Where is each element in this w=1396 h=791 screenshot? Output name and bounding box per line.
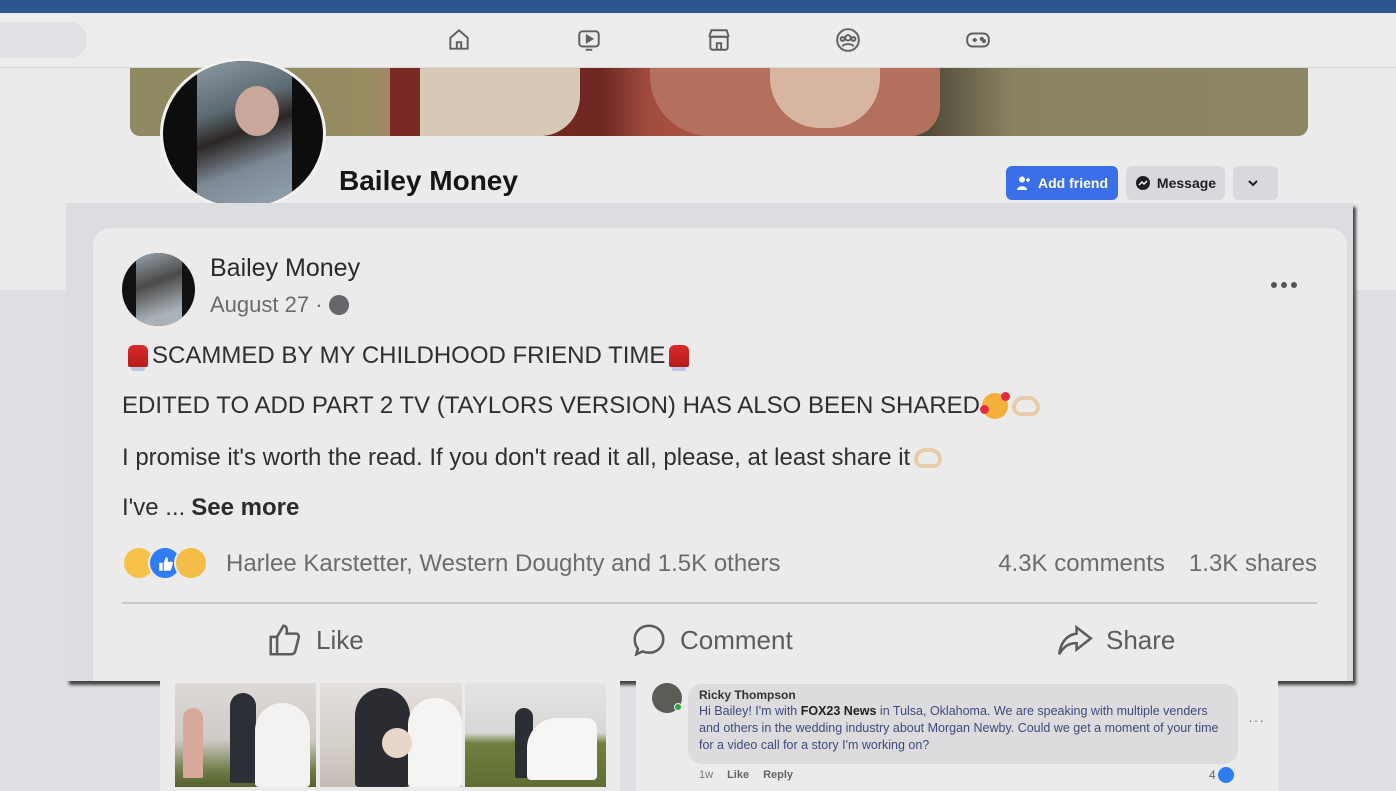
comment-text-part: Hi Bailey! I'm with bbox=[699, 704, 801, 718]
siren-emoji-icon bbox=[128, 345, 148, 371]
search-input[interactable] bbox=[0, 22, 87, 58]
post-line-1: SCAMMED BY MY CHILDHOOD FRIEND TIME bbox=[122, 342, 693, 371]
watch-icon[interactable] bbox=[576, 27, 602, 53]
post-more-options-button[interactable] bbox=[1264, 270, 1304, 300]
photo-thumbnail[interactable] bbox=[465, 683, 606, 787]
post-text-line: EDITED TO ADD PART 2 TV (TAYLORS VERSION… bbox=[122, 392, 981, 419]
add-friend-label: Add friend bbox=[1038, 175, 1108, 191]
siren-emoji-icon bbox=[669, 345, 690, 371]
comment-label: Comment bbox=[680, 624, 793, 655]
post-text-line: I promise it's worth the read. If you do… bbox=[122, 444, 911, 471]
like-label: Like bbox=[316, 624, 364, 655]
comment-time[interactable]: 1w bbox=[699, 769, 713, 781]
post-line-2: EDITED TO ADD PART 2 TV (TAYLORS VERSION… bbox=[122, 392, 1041, 420]
post-divider bbox=[122, 602, 1317, 604]
top-strip bbox=[0, 0, 1396, 13]
photo-thumbnail[interactable] bbox=[175, 683, 316, 787]
post-line-3: I promise it's worth the read. If you do… bbox=[122, 444, 943, 472]
post-date[interactable]: August 27 · bbox=[210, 292, 323, 318]
comment-text: Hi Bailey! I'm with FOX23 News in Tulsa,… bbox=[699, 703, 1229, 754]
profile-more-button[interactable] bbox=[1233, 166, 1278, 200]
post-line-4: I've ... See more bbox=[122, 494, 299, 522]
groups-icon[interactable] bbox=[835, 27, 861, 53]
chevron-down-icon bbox=[1247, 180, 1258, 187]
dot-icon bbox=[1291, 282, 1297, 288]
comment-footer: 1w Like Reply bbox=[699, 769, 793, 781]
comment-bubble-icon bbox=[633, 624, 665, 657]
post-author-avatar[interactable] bbox=[122, 253, 195, 326]
post-stats: 4.3K comments 1.3K shares bbox=[998, 550, 1317, 578]
messenger-icon bbox=[1135, 176, 1150, 190]
comment-like-count: 4 bbox=[1209, 768, 1216, 782]
post-text-line: SCAMMED BY MY CHILDHOOD FRIEND TIME bbox=[152, 342, 666, 369]
profile-picture[interactable] bbox=[160, 58, 326, 210]
message-button[interactable]: Message bbox=[1126, 166, 1225, 200]
photo-thumbnail[interactable] bbox=[320, 683, 462, 787]
share-arrow-icon bbox=[1057, 624, 1093, 655]
post-author-name[interactable]: Bailey Money bbox=[210, 254, 360, 283]
reaction-icons[interactable] bbox=[122, 546, 208, 580]
share-button[interactable]: Share bbox=[1056, 618, 1175, 662]
thumbs-up-icon bbox=[269, 624, 301, 656]
post-text-line: I've ... bbox=[122, 494, 186, 521]
add-person-icon bbox=[1017, 176, 1030, 190]
comment-author[interactable]: Ricky Thompson bbox=[699, 688, 796, 702]
comment-reply-button[interactable]: Reply bbox=[763, 769, 793, 781]
reaction-names[interactable]: Harlee Karstetter, Western Doughty and 1… bbox=[226, 550, 781, 578]
profile-name: Bailey Money bbox=[339, 165, 518, 196]
dot-icon bbox=[1281, 282, 1287, 288]
heart-hands-emoji-icon bbox=[914, 448, 943, 468]
comment-button[interactable]: Comment bbox=[630, 618, 793, 662]
comments-count[interactable]: 4.3K comments bbox=[998, 550, 1165, 578]
comment-more-options-button[interactable]: ··· bbox=[1248, 712, 1265, 728]
globe-icon bbox=[328, 295, 349, 315]
online-status-icon bbox=[674, 703, 682, 711]
home-icon[interactable] bbox=[446, 27, 472, 53]
dot-icon bbox=[1271, 282, 1277, 288]
heart-hands-emoji-icon bbox=[1012, 396, 1041, 416]
message-label: Message bbox=[1156, 175, 1217, 191]
add-friend-button[interactable]: Add friend bbox=[1006, 166, 1118, 200]
marketplace-icon[interactable] bbox=[706, 27, 732, 53]
post-meta: August 27 · bbox=[210, 292, 349, 318]
shares-count[interactable]: 1.3K shares bbox=[1189, 550, 1317, 578]
comment-like-button[interactable]: Like bbox=[727, 769, 749, 781]
like-reaction-icon bbox=[1217, 767, 1234, 783]
comment-reaction-count[interactable]: 4 bbox=[1209, 767, 1234, 783]
smiling-hearts-emoji-icon bbox=[980, 392, 1011, 419]
top-navbar bbox=[0, 13, 1396, 68]
comment-mention[interactable]: FOX23 News bbox=[801, 704, 877, 718]
gaming-icon[interactable] bbox=[965, 27, 991, 53]
see-more-link[interactable]: See more bbox=[191, 494, 299, 522]
share-label: Share bbox=[1106, 624, 1176, 655]
like-button[interactable]: Like bbox=[266, 618, 364, 662]
sad-reaction-icon bbox=[174, 546, 208, 580]
